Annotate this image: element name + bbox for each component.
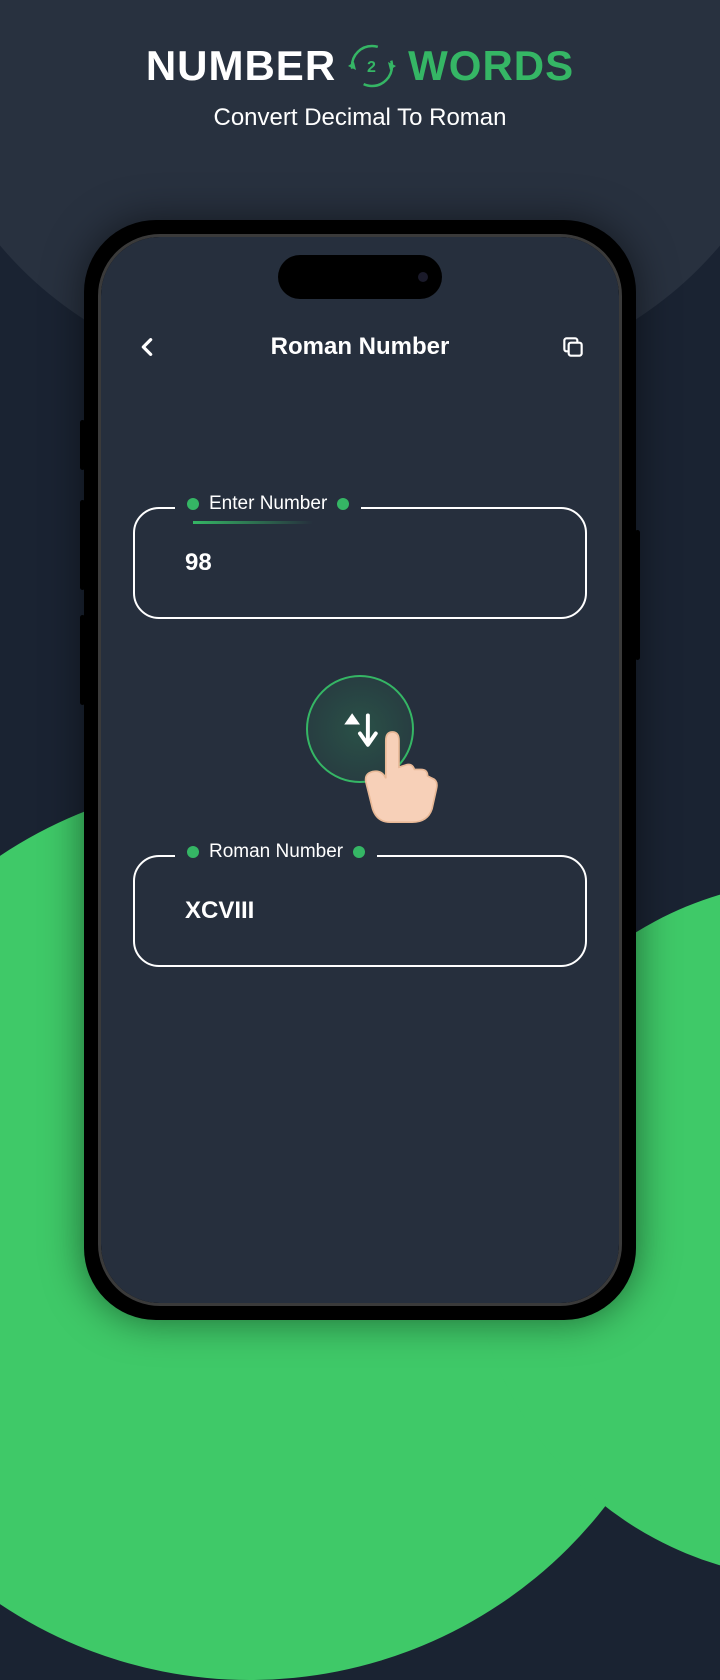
green-dot-icon [353,846,365,858]
promo-header: NUMBER 2 WORDS Convert Decimal To Roman [0,0,720,132]
svg-text:2: 2 [367,59,377,76]
logo-number-text: NUMBER [146,42,336,90]
input-value: 98 [185,549,212,577]
chevron-left-icon [136,336,158,358]
pointing-hand-icon [344,721,454,831]
phone-frame: Roman Number Enter Number 98 [84,220,636,1320]
phone-side-button [80,420,85,470]
phone-side-button [80,615,85,705]
green-dot-icon [187,498,199,510]
input-label: Enter Number [209,493,327,515]
promo-subtitle: Convert Decimal To Roman [0,104,720,132]
app-logo: NUMBER 2 WORDS [0,42,720,90]
input-label-wrap: Enter Number [175,493,361,515]
phone-side-button [80,500,85,590]
output-field-group: Roman Number XCVIII [133,855,587,967]
output-value: XCVIII [185,897,254,925]
app-header-bar: Roman Number [101,317,619,377]
phone-screen: Roman Number Enter Number 98 [101,237,619,1303]
input-field-group: Enter Number 98 [133,507,587,619]
logo-words-text: WORDS [408,42,574,90]
swap-button-wrap [133,675,587,783]
camera-dot [418,272,428,282]
phone-notch [278,255,442,299]
swap-circle-icon: 2 [342,42,402,90]
label-underline [193,521,313,524]
swap-button[interactable] [306,675,414,783]
output-label: Roman Number [209,841,343,863]
content-area: Enter Number 98 [101,507,619,967]
output-label-wrap: Roman Number [175,841,377,863]
back-button[interactable] [129,329,165,365]
screen-title: Roman Number [271,333,450,361]
phone-side-button [635,530,640,660]
copy-icon [560,334,586,360]
roman-output[interactable]: XCVIII [133,855,587,967]
copy-button[interactable] [555,329,591,365]
green-dot-icon [337,498,349,510]
green-dot-icon [187,846,199,858]
